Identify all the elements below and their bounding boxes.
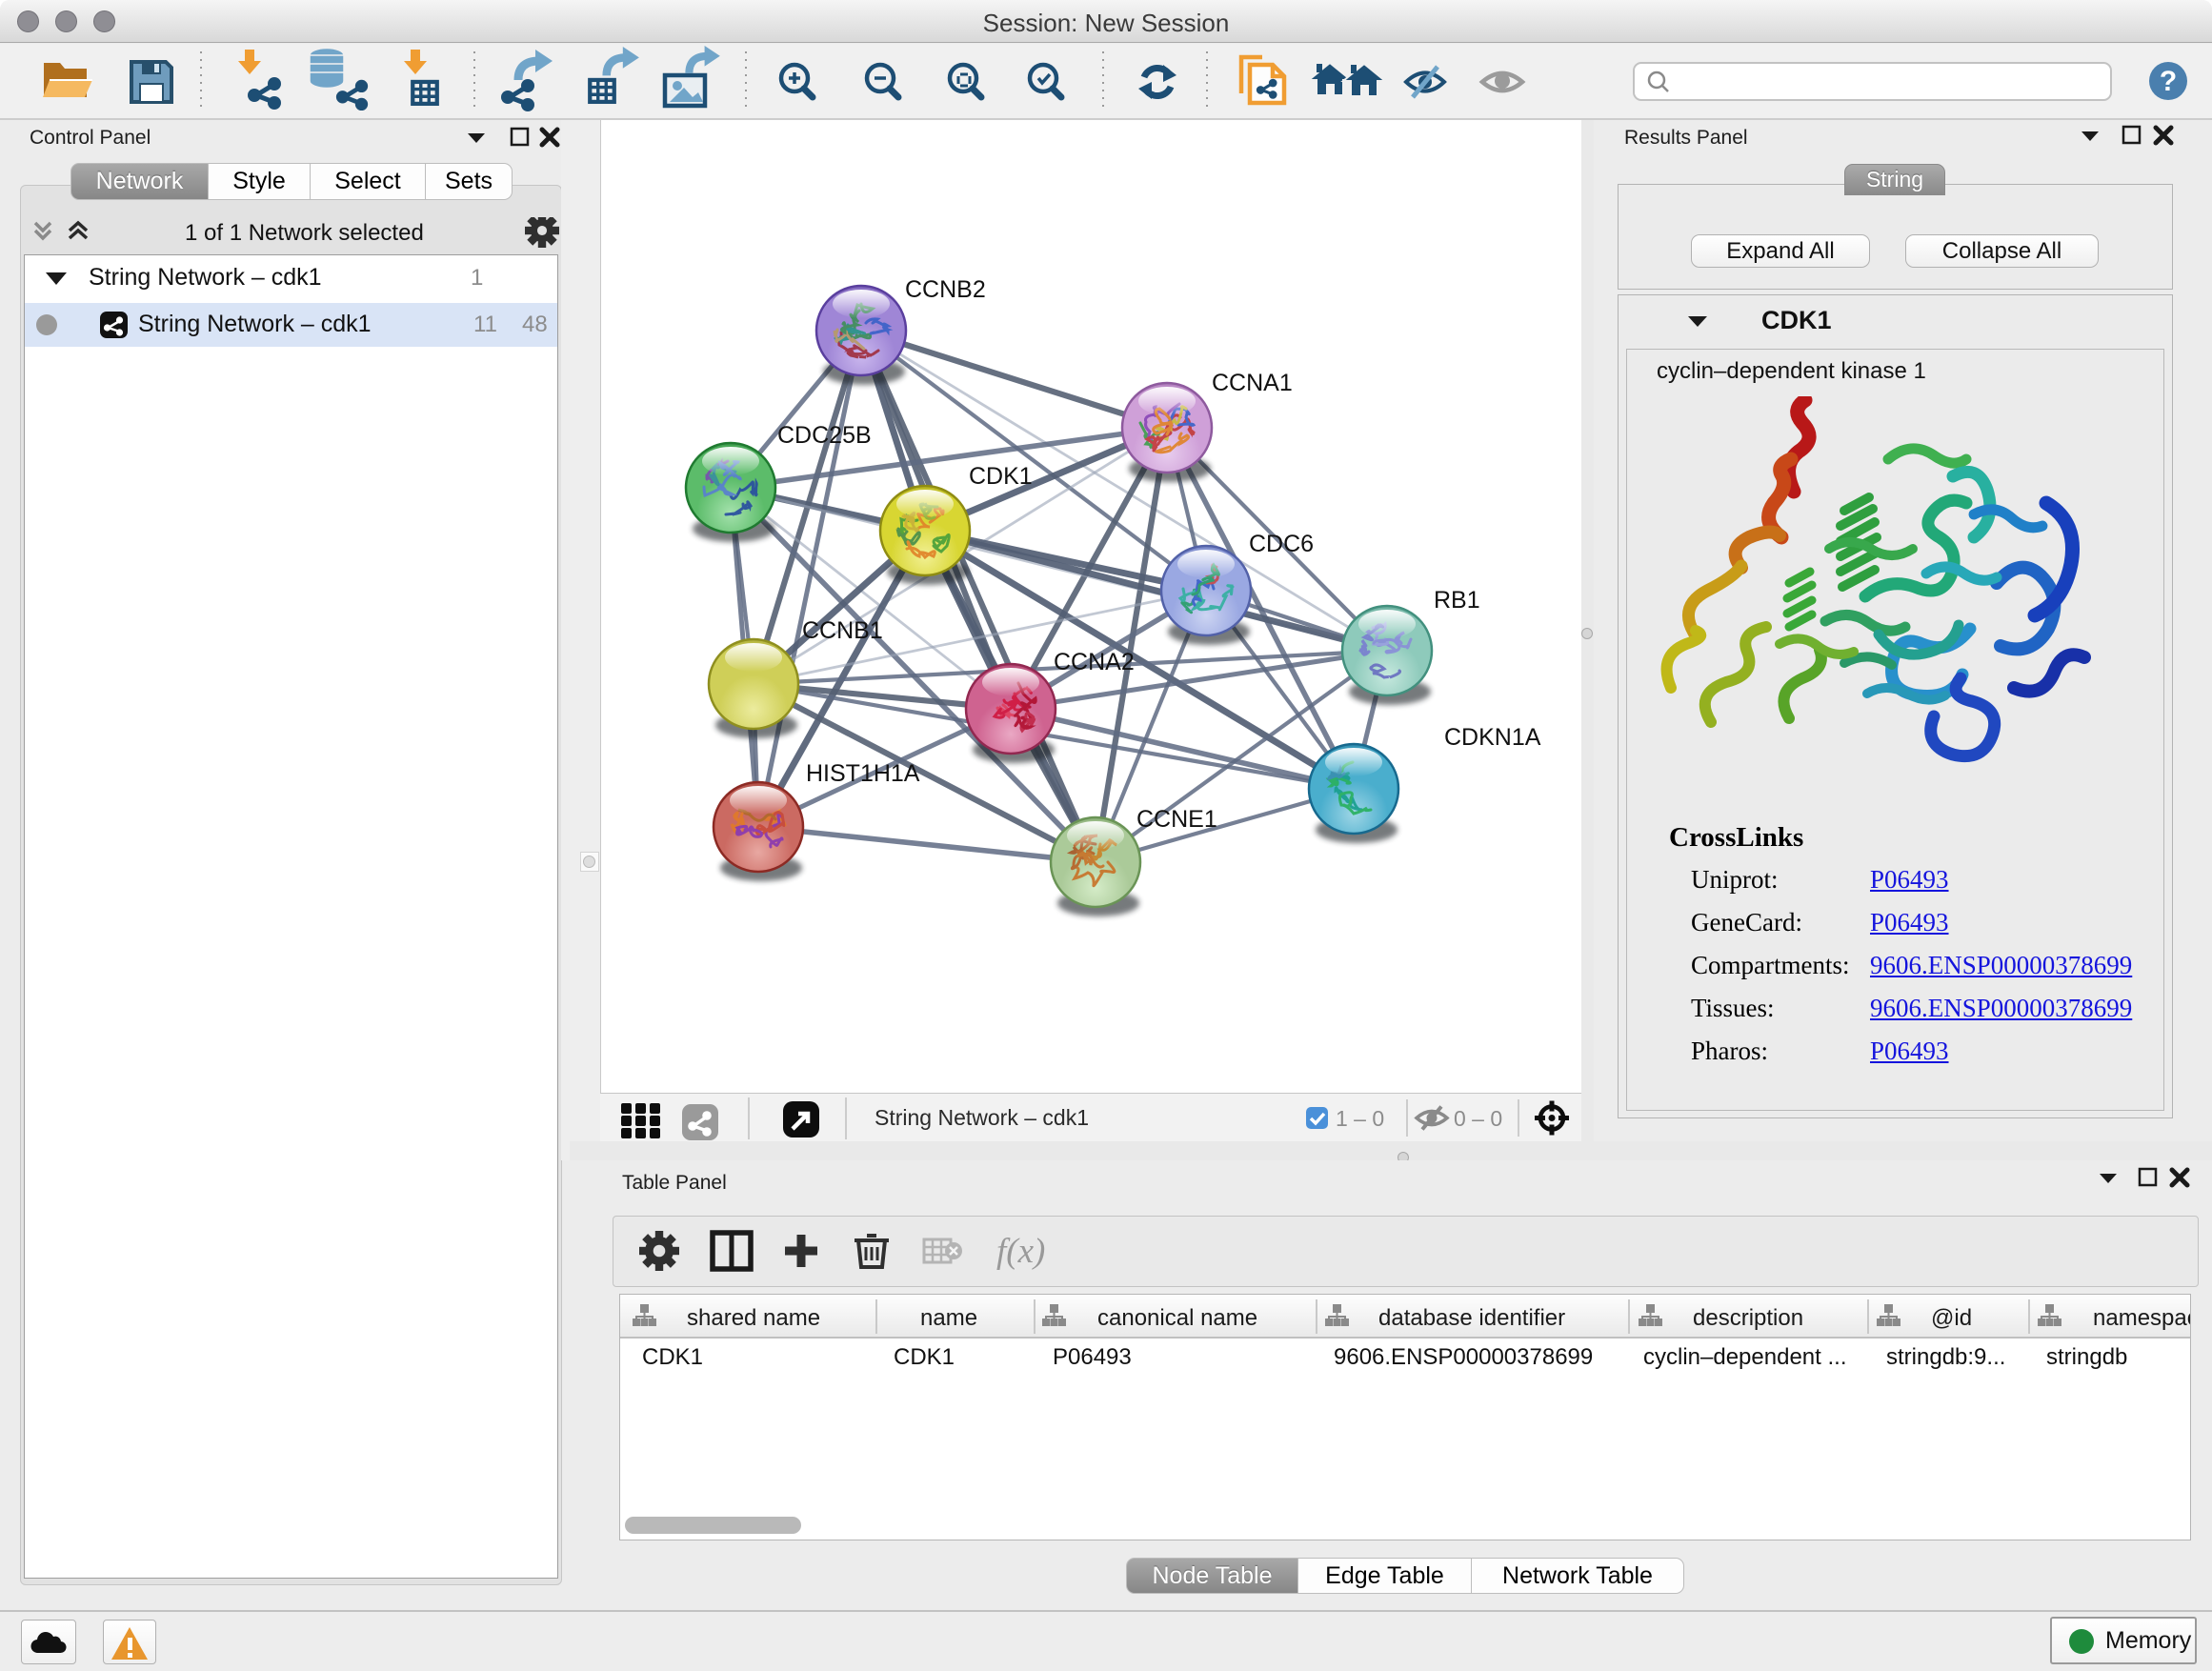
svg-text:CDC25B: CDC25B [777,422,872,449]
svg-text:CCNA1: CCNA1 [1212,370,1293,396]
svg-text:f(x): f(x) [996,1232,1045,1271]
svg-text:CCNE1: CCNE1 [1136,806,1217,833]
svg-text:@id: @id [1931,1305,1972,1331]
svg-text:description: description [1693,1305,1803,1331]
svg-text:CCNA2: CCNA2 [1054,649,1135,675]
svg-text:HIST1H1A: HIST1H1A [806,760,920,787]
svg-text:CCNB2: CCNB2 [905,276,986,303]
svg-text:database identifier: database identifier [1378,1305,1565,1331]
svg-text:CDK1: CDK1 [969,463,1033,490]
svg-text:canonical name: canonical name [1097,1305,1257,1331]
svg-text:RB1: RB1 [1434,587,1480,614]
svg-text:?: ? [2160,66,2177,97]
svg-text:name: name [920,1305,977,1331]
svg-text:shared name: shared name [687,1305,820,1331]
svg-text:CDKN1A: CDKN1A [1444,724,1541,751]
svg-text:namespace: namespace [2093,1305,2190,1331]
svg-text:CDC6: CDC6 [1249,531,1314,557]
svg-text:CCNB1: CCNB1 [802,617,883,644]
